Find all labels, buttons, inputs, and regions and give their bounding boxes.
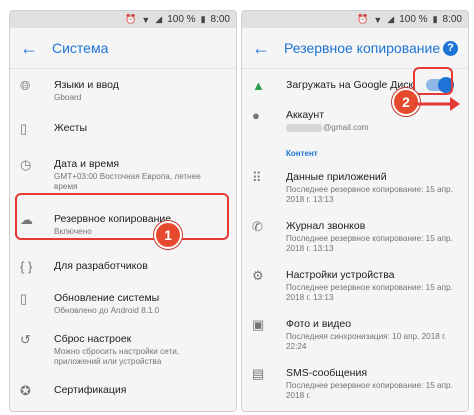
item-subtitle: Последнее резервное копирование: 15 апр.… bbox=[286, 185, 453, 204]
code-braces-icon: { } bbox=[20, 259, 33, 274]
alarm-icon: ⏰ bbox=[357, 14, 369, 24]
item-title: Фото и видео bbox=[286, 318, 352, 330]
wifi-icon: ▼ bbox=[141, 14, 151, 25]
alarm-icon: ⏰ bbox=[125, 14, 137, 24]
back-arrow-icon[interactable]: ← bbox=[252, 38, 276, 59]
globe-icon: 🌐︎ bbox=[20, 78, 31, 93]
item-title: Языки и ввод bbox=[54, 79, 119, 91]
system-update-icon: ▯ bbox=[20, 291, 28, 306]
item-title: Сертификация bbox=[54, 384, 127, 396]
page-title: Резервное копирование bbox=[284, 40, 441, 56]
item-title: Жесты bbox=[54, 122, 88, 134]
item-title: Настройки устройства bbox=[286, 269, 395, 281]
battery-percent: 100 % bbox=[167, 14, 196, 25]
item-title: Для разработчиков bbox=[54, 260, 148, 272]
settings-item-developer[interactable]: { } Для разработчиков bbox=[10, 247, 236, 283]
backup-item-photos[interactable]: ▣ Фото и видео Последняя синхронизация: … bbox=[242, 309, 468, 358]
settings-item-gestures[interactable]: ▯ Жесты bbox=[10, 109, 236, 149]
battery-icon: ▮ bbox=[432, 14, 438, 24]
battery-icon: ▮ bbox=[200, 14, 206, 24]
signal-icon: ◢ bbox=[387, 14, 395, 24]
settings-item-datetime[interactable]: ◷ Дата и время GMT+03:00 Восточная Европ… bbox=[10, 149, 236, 198]
masked-email bbox=[286, 123, 322, 132]
help-icon[interactable]: ? bbox=[443, 40, 458, 56]
backup-item-app-data[interactable]: ⠿ Данные приложений Последнее резервное … bbox=[242, 162, 468, 211]
arrow-annotation bbox=[414, 97, 460, 111]
settings-item-system-update[interactable]: ▯ Обновление системы Обновлено до Androi… bbox=[10, 283, 236, 322]
clock-time: 8:00 bbox=[210, 14, 230, 25]
item-title: Обновление системы bbox=[54, 292, 160, 304]
item-subtitle: Можно сбросить настройки сети, приложени… bbox=[54, 347, 180, 366]
item-subtitle: Обновлено до Android 8.1.0 bbox=[54, 306, 160, 315]
battery-percent: 100 % bbox=[399, 14, 428, 25]
step-badge-1: 1 bbox=[154, 221, 182, 249]
sms-icon: ▤ bbox=[252, 366, 265, 381]
item-subtitle: GMT+03:00 Восточная Европа, летнее время bbox=[54, 172, 201, 191]
backup-list: ▲ Загружать на Google Диск ● Аккаунт @gm… bbox=[242, 69, 468, 407]
highlight-backup bbox=[15, 193, 229, 240]
status-bar: ⏰ ▼ ◢ 100 % ▮ 8:00 bbox=[242, 11, 468, 28]
item-subtitle: Последнее резервное копирование: 15 апр.… bbox=[286, 381, 453, 400]
settings-item-languages[interactable]: 🌐︎ Языки и ввод Gboard bbox=[10, 69, 236, 109]
item-title: Данные приложений bbox=[286, 171, 387, 183]
item-subtitle: Последнее резервное копирование: 15 апр.… bbox=[286, 234, 453, 253]
status-bar: ⏰ ▼ ◢ 100 % ▮ 8:00 bbox=[10, 11, 236, 28]
reset-icon: ↺ bbox=[20, 332, 31, 347]
certificate-icon: ✪ bbox=[20, 383, 31, 398]
account-value: @gmail.com bbox=[323, 123, 369, 132]
back-arrow-icon[interactable]: ← bbox=[20, 38, 44, 59]
photo-icon: ▣ bbox=[252, 317, 265, 332]
account-email: @gmail.com bbox=[286, 123, 458, 133]
signal-icon: ◢ bbox=[155, 14, 163, 24]
apps-grid-icon: ⠿ bbox=[252, 170, 262, 185]
item-title: Сброс настроек bbox=[54, 333, 132, 345]
clock-time: 8:00 bbox=[442, 14, 462, 25]
google-drive-icon: ▲ bbox=[252, 78, 265, 93]
highlight-toggle bbox=[413, 67, 453, 95]
backup-item-call-log[interactable]: ✆ Журнал звонков Последнее резервное коп… bbox=[242, 211, 468, 260]
settings-item-reset[interactable]: ↺ Сброс настроек Можно сбросить настройк… bbox=[10, 322, 236, 373]
item-subtitle: Последняя синхронизация: 10 апр. 2018 г.… bbox=[286, 332, 447, 351]
backup-item-device-settings[interactable]: ⚙ Настройки устройства Последнее резервн… bbox=[242, 260, 468, 309]
item-subtitle: Gboard bbox=[54, 93, 82, 102]
backup-item-sms[interactable]: ▤ SMS-сообщения Последнее резервное копи… bbox=[242, 358, 468, 407]
clock-icon: ◷ bbox=[20, 157, 32, 172]
item-title: Журнал звонков bbox=[286, 220, 366, 232]
settings-gear-icon: ⚙ bbox=[252, 268, 264, 283]
item-title: SMS-сообщения bbox=[286, 367, 368, 379]
item-subtitle: Последнее резервное копирование: 15 апр.… bbox=[286, 283, 453, 302]
phone-icon: ✆ bbox=[252, 219, 263, 234]
page-title: Система bbox=[52, 40, 109, 56]
wifi-icon: ▼ bbox=[373, 14, 383, 25]
section-header-content: Контент bbox=[286, 149, 318, 158]
app-bar: ← Резервное копирование ? bbox=[242, 28, 468, 69]
item-title: Дата и время bbox=[54, 158, 120, 170]
settings-item-certification[interactable]: ✪ Сертификация bbox=[10, 373, 236, 405]
gesture-phone-icon: ▯ bbox=[20, 121, 28, 136]
app-bar: ← Система bbox=[10, 28, 236, 69]
account-icon: ● bbox=[252, 108, 260, 123]
